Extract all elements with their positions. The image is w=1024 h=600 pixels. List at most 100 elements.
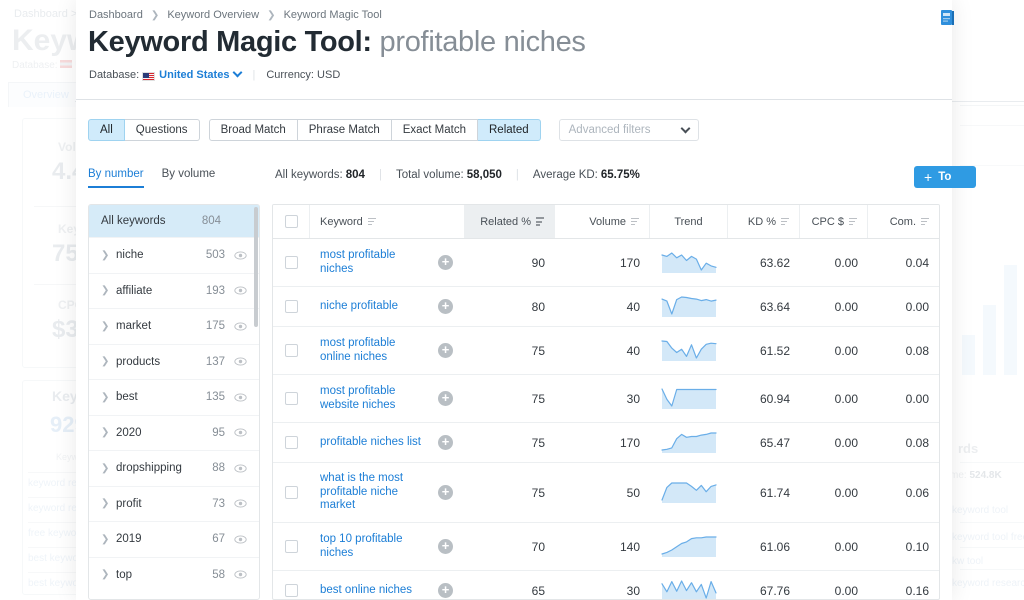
table-header-keyword[interactable]: Keyword (310, 205, 465, 238)
row-checkbox[interactable] (285, 256, 298, 269)
row-checkbox[interactable] (285, 584, 298, 597)
table-row[interactable]: most profitable website niches+753060.94… (273, 375, 939, 423)
row-checkbox[interactable] (285, 436, 298, 449)
sidebar-item-profit[interactable]: ❯profit73 (89, 486, 259, 522)
table-row[interactable]: top 10 profitable niches+7014061.060.000… (273, 523, 939, 571)
eye-icon[interactable] (234, 426, 247, 439)
row-checkbox[interactable] (285, 300, 298, 313)
sort-toggle-by-volume[interactable]: By volume (162, 168, 216, 188)
row-checkbox[interactable] (285, 344, 298, 357)
keyword-link[interactable]: niche profitable (320, 300, 398, 314)
advanced-filters-dropdown[interactable]: Advanced filters (559, 119, 699, 141)
chevron-right-icon[interactable]: ❯ (101, 285, 106, 296)
breadcrumb-item-keyword-overview[interactable]: Keyword Overview (167, 9, 259, 21)
eye-icon[interactable] (234, 568, 247, 581)
sidebar-item-2020[interactable]: ❯202095 (89, 415, 259, 451)
keyword-link[interactable]: most profitable niches (320, 249, 428, 276)
table-header-cpc[interactable]: CPC $ (800, 205, 868, 238)
table-header-related[interactable]: Related % (465, 205, 555, 238)
chevron-right-icon[interactable]: ❯ (101, 427, 106, 438)
add-keyword-icon[interactable]: + (438, 391, 453, 406)
table-header-kd[interactable]: KD % (728, 205, 800, 238)
eye-icon[interactable] (234, 391, 247, 404)
row-checkbox[interactable] (285, 392, 298, 405)
filter-button-related[interactable]: Related (478, 119, 541, 141)
row-checkbox-cell[interactable] (273, 523, 310, 570)
add-keyword-icon[interactable]: + (438, 435, 453, 450)
eye-icon[interactable] (234, 355, 247, 368)
sidebar-item-top[interactable]: ❯top58 (89, 557, 259, 593)
table-row[interactable]: profitable niches list+7517065.470.000.0… (273, 423, 939, 463)
table-header-volume[interactable]: Volume (555, 205, 650, 238)
table-header-select-all[interactable] (273, 205, 310, 238)
chevron-right-icon[interactable]: ❯ (101, 498, 106, 509)
sidebar-item-products[interactable]: ❯products137 (89, 344, 259, 380)
sidebar-item-best[interactable]: ❯best135 (89, 379, 259, 415)
row-checkbox-cell[interactable] (273, 423, 310, 462)
sidebar-item-2019[interactable]: ❯201967 (89, 521, 259, 557)
chevron-right-icon[interactable]: ❯ (101, 463, 106, 474)
eye-icon[interactable] (234, 249, 247, 262)
sidebar-item-all-keywords[interactable]: All keywords 804 (89, 205, 259, 237)
filter-button-broad-match[interactable]: Broad Match (209, 119, 298, 141)
add-keyword-icon[interactable]: + (438, 485, 453, 500)
sidebar-scrollbar[interactable] (254, 207, 258, 327)
row-checkbox-cell[interactable] (273, 571, 310, 600)
eye-icon[interactable] (234, 284, 247, 297)
add-to-keyword-list-button[interactable]: + To (914, 166, 976, 188)
row-checkbox[interactable] (285, 486, 298, 499)
breadcrumb-item-keyword-magic-tool[interactable]: Keyword Magic Tool (284, 9, 382, 21)
row-checkbox-cell[interactable] (273, 287, 310, 326)
chevron-right-icon[interactable]: ❯ (101, 392, 106, 403)
background-right-words: rds (958, 441, 978, 456)
chevron-right-icon[interactable]: ❯ (101, 356, 106, 367)
eye-icon[interactable] (234, 462, 247, 475)
keyword-link[interactable]: most profitable website niches (320, 385, 428, 412)
advanced-filters-placeholder: Advanced filters (569, 124, 651, 136)
eye-icon[interactable] (234, 320, 247, 333)
row-checkbox-cell[interactable] (273, 463, 310, 522)
select-all-checkbox[interactable] (285, 215, 298, 228)
table-row[interactable]: what is the most profitable niche market… (273, 463, 939, 523)
add-keyword-icon[interactable]: + (438, 583, 453, 598)
table-row[interactable]: most profitable online niches+754061.520… (273, 327, 939, 375)
sort-toggle-by-number[interactable]: By number (88, 168, 144, 188)
filter-button-exact-match[interactable]: Exact Match (392, 119, 478, 141)
add-keyword-icon[interactable]: + (438, 299, 453, 314)
add-keyword-icon[interactable]: + (438, 255, 453, 270)
filter-button-questions[interactable]: Questions (125, 119, 200, 141)
keyword-link[interactable]: most profitable online niches (320, 337, 428, 364)
keyword-link[interactable]: best online niches (320, 584, 412, 598)
sidebar-item-niche[interactable]: ❯niche503 (89, 237, 259, 273)
eye-icon[interactable] (234, 533, 247, 546)
manual-book-icon[interactable] (941, 10, 954, 31)
table-row[interactable]: best online niches+653067.760.000.16 (273, 571, 939, 600)
chevron-right-icon[interactable]: ❯ (101, 321, 106, 332)
row-checkbox[interactable] (285, 540, 298, 553)
row-checkbox-cell[interactable] (273, 327, 310, 374)
sort-icon (368, 218, 376, 226)
breadcrumb-item-dashboard[interactable]: Dashboard (89, 9, 143, 21)
filter-button-phrase-match[interactable]: Phrase Match (298, 119, 392, 141)
add-keyword-icon[interactable]: + (438, 539, 453, 554)
chevron-right-icon[interactable]: ❯ (101, 534, 106, 545)
database-selector[interactable]: United States (159, 69, 229, 81)
table-row[interactable]: niche profitable+804063.640.000.00 (273, 287, 939, 327)
chevron-right-icon[interactable]: ❯ (101, 250, 106, 261)
chevron-right-icon[interactable]: ❯ (101, 569, 106, 580)
add-keyword-icon[interactable]: + (438, 343, 453, 358)
sidebar-item-market[interactable]: ❯market175 (89, 308, 259, 344)
sidebar-item-affiliate[interactable]: ❯affiliate193 (89, 273, 259, 309)
table-row[interactable]: most profitable niches+9017063.620.000.0… (273, 239, 939, 287)
keyword-link[interactable]: profitable niches list (320, 436, 421, 450)
eye-icon[interactable] (234, 497, 247, 510)
row-checkbox-cell[interactable] (273, 375, 310, 422)
table-header-competition[interactable]: Com. (868, 205, 939, 238)
row-checkbox-cell[interactable] (273, 239, 310, 286)
keyword-link[interactable]: top 10 profitable niches (320, 533, 428, 560)
chevron-down-icon[interactable] (233, 67, 243, 77)
keyword-link[interactable]: what is the most profitable niche market (320, 472, 428, 513)
sidebar-item-dropshipping[interactable]: ❯dropshipping88 (89, 450, 259, 486)
filter-button-all[interactable]: All (88, 119, 125, 141)
keyword-groups-sidebar: All keywords 804 ❯niche503❯affiliate193❯… (88, 204, 260, 600)
